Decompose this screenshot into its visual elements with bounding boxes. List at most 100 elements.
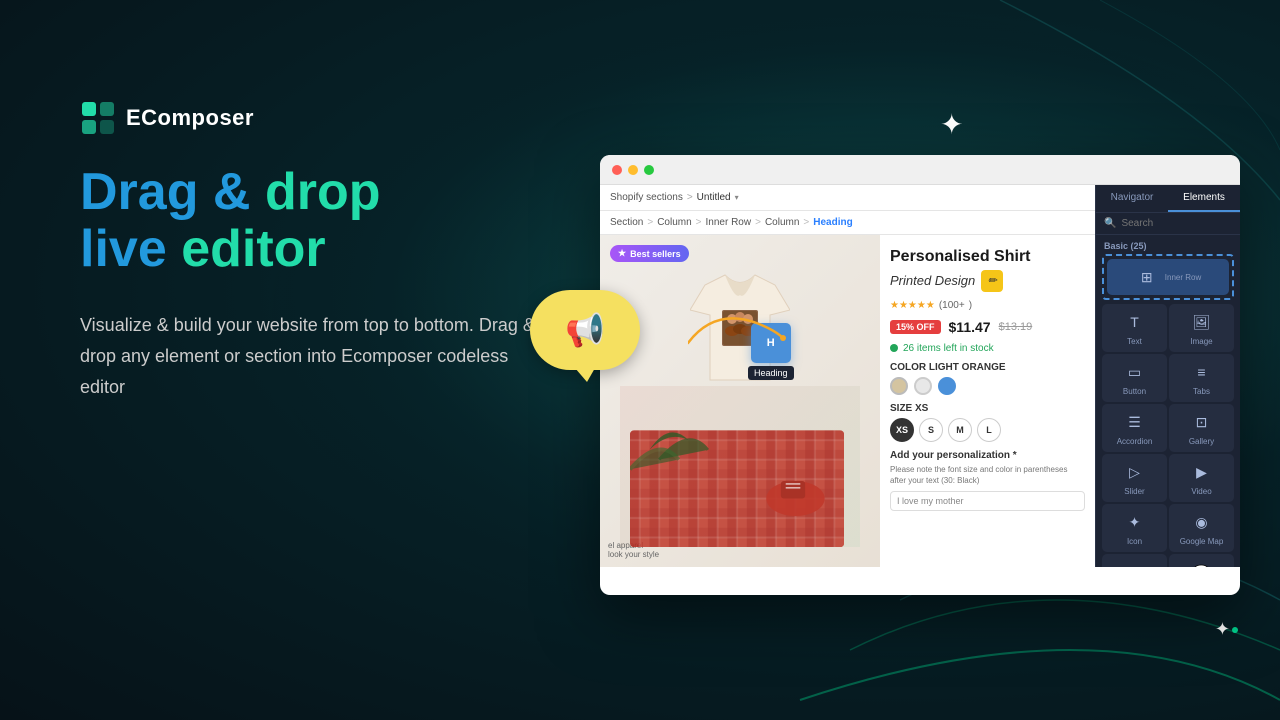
- text-icon: T: [1123, 310, 1147, 334]
- personalization-hint: Please note the font size and color in p…: [890, 464, 1085, 486]
- search-icon: 🔍: [1104, 218, 1116, 229]
- icon-label: Icon: [1127, 537, 1142, 546]
- bubble-shape: 📢: [530, 290, 640, 370]
- christmas-decor: [630, 372, 844, 547]
- accordion-icon: ☰: [1123, 410, 1147, 434]
- shopify-bar: Shopify sections > Untitled ▾: [600, 185, 1095, 211]
- bc-column2[interactable]: Column: [765, 217, 799, 228]
- bc-heading[interactable]: Heading: [813, 217, 852, 228]
- elements-section-label: Basic (25): [1096, 235, 1240, 254]
- product-stars: ★★★★★: [890, 300, 935, 311]
- apparel-sub: look your style: [608, 550, 659, 559]
- color-options[interactable]: [890, 377, 1085, 395]
- product-image-column: ★ Best sellers: [600, 235, 880, 567]
- text-label: Text: [1127, 337, 1142, 346]
- button-icon: ▭: [1123, 360, 1147, 384]
- image-label: Image: [1190, 337, 1212, 346]
- personalization-input[interactable]: I love my mother: [890, 491, 1085, 511]
- slider-icon: ▷: [1123, 460, 1147, 484]
- size-m[interactable]: M: [948, 418, 972, 442]
- panel-tabs: Navigator Elements: [1096, 185, 1240, 213]
- element-video[interactable]: ▶ Video: [1169, 454, 1234, 502]
- inner-row-highlight: ⊞ Inner Row: [1102, 254, 1234, 300]
- size-l[interactable]: L: [977, 418, 1001, 442]
- discount-badge: 15% OFF: [890, 320, 941, 334]
- video-label: Video: [1191, 487, 1211, 496]
- elements-search-bar[interactable]: 🔍 CTRL+X: [1096, 213, 1240, 235]
- shopify-dropdown-arrow[interactable]: ▾: [735, 193, 739, 202]
- star-decoration-1: ✦: [940, 108, 963, 141]
- logo-icon: [80, 100, 116, 136]
- element-gallery[interactable]: ⊡ Gallery: [1169, 404, 1234, 452]
- video-icon: ▶: [1190, 460, 1214, 484]
- element-image[interactable]: 🖼 Image: [1169, 304, 1234, 352]
- browser-window[interactable]: Shopify sections > Untitled ▾ Section > …: [600, 155, 1240, 595]
- bc-arrow4: >: [803, 217, 809, 228]
- browser-dot-red: [612, 165, 622, 175]
- element-accordion[interactable]: ☰ Accordion: [1102, 404, 1167, 452]
- element-inner-row-selected[interactable]: ⊞ Inner Row: [1107, 259, 1229, 295]
- bc-column[interactable]: Column: [657, 217, 691, 228]
- size-options[interactable]: XS S M L: [890, 418, 1085, 442]
- personalization-label: Add your personalization *: [890, 450, 1085, 461]
- bc-inner-row[interactable]: Inner Row: [706, 217, 752, 228]
- gallery-icon: ⊡: [1190, 410, 1214, 434]
- logo: EComposer: [80, 100, 610, 136]
- testimonials-icon: 💬: [1190, 560, 1214, 567]
- bc-arrow3: >: [755, 217, 761, 228]
- product-info-column: Personalised Shirt Printed Design ✏ ★★★★…: [880, 235, 1095, 567]
- color-swatch-beige[interactable]: [890, 377, 908, 395]
- google-map-icon: ◉: [1190, 510, 1214, 534]
- shopify-sections-link[interactable]: Shopify sections: [610, 192, 683, 203]
- element-hotspot[interactable]: ⊕ Hotspot: [1102, 554, 1167, 567]
- description: Visualize & build your website from top …: [80, 310, 540, 402]
- product-subtitle-text: Printed Design: [890, 273, 975, 288]
- tabs-label: Tabs: [1193, 387, 1210, 396]
- product-subtitle: Printed Design ✏: [890, 270, 1085, 292]
- stock-row: 26 items left in stock: [890, 343, 1085, 354]
- element-icon[interactable]: ✦ Icon: [1102, 504, 1167, 552]
- google-map-label: Google Map: [1180, 537, 1224, 546]
- price-current: $11.47: [949, 319, 991, 335]
- button-label: Button: [1123, 387, 1146, 396]
- price-original: $13.19: [999, 321, 1033, 333]
- inner-row-icon: ⊞: [1135, 265, 1159, 289]
- best-sellers-text: Best sellers: [630, 249, 681, 259]
- heading-label: Heading: [748, 366, 794, 380]
- stock-indicator: [890, 344, 898, 352]
- headline-drop: drop: [265, 163, 381, 221]
- element-google-map[interactable]: ◉ Google Map: [1169, 504, 1234, 552]
- price-row: 15% OFF $11.47 $13.19: [890, 319, 1085, 335]
- bc-arrow2: >: [696, 217, 702, 228]
- color-swatch-white[interactable]: [914, 377, 932, 395]
- size-label: SIZE XS: [890, 403, 1085, 414]
- size-xs[interactable]: XS: [890, 418, 914, 442]
- element-button[interactable]: ▭ Button: [1102, 354, 1167, 402]
- element-slider[interactable]: ▷ Slider: [1102, 454, 1167, 502]
- elements-search-input[interactable]: [1121, 218, 1240, 229]
- curve-svg: [688, 303, 788, 353]
- element-tabs[interactable]: ≡ Tabs: [1169, 354, 1234, 402]
- elements-panel: Navigator Elements 🔍 CTRL+X Basic (25) ⊞…: [1095, 185, 1240, 567]
- editor-breadcrumb: Section > Column > Inner Row > Column > …: [600, 211, 1095, 235]
- product-area: ★ Best sellers: [600, 235, 1095, 567]
- accordion-label: Accordion: [1117, 437, 1153, 446]
- inner-row-label: Inner Row: [1165, 273, 1201, 282]
- size-s[interactable]: S: [919, 418, 943, 442]
- icon-icon: ✦: [1123, 510, 1147, 534]
- stock-text: 26 items left in stock: [903, 343, 994, 354]
- bc-section[interactable]: Section: [610, 217, 643, 228]
- bc-arrow1: >: [647, 217, 653, 228]
- tab-navigator[interactable]: Navigator: [1096, 185, 1168, 212]
- stars-row: ★★★★★ (100+ ): [890, 300, 1085, 311]
- browser-content: Shopify sections > Untitled ▾ Section > …: [600, 185, 1240, 567]
- element-text[interactable]: T Text: [1102, 304, 1167, 352]
- logo-text: EComposer: [126, 105, 254, 131]
- color-swatch-blue[interactable]: [938, 377, 956, 395]
- edit-icon[interactable]: ✏: [981, 270, 1003, 292]
- color-section: COLOR LIGHT ORANGE: [890, 362, 1085, 395]
- element-testimonials[interactable]: 💬 Testimonials: [1169, 554, 1234, 567]
- best-sellers-badge: ★ Best sellers: [610, 245, 689, 262]
- editor-main[interactable]: Shopify sections > Untitled ▾ Section > …: [600, 185, 1095, 567]
- tab-elements[interactable]: Elements: [1168, 185, 1240, 212]
